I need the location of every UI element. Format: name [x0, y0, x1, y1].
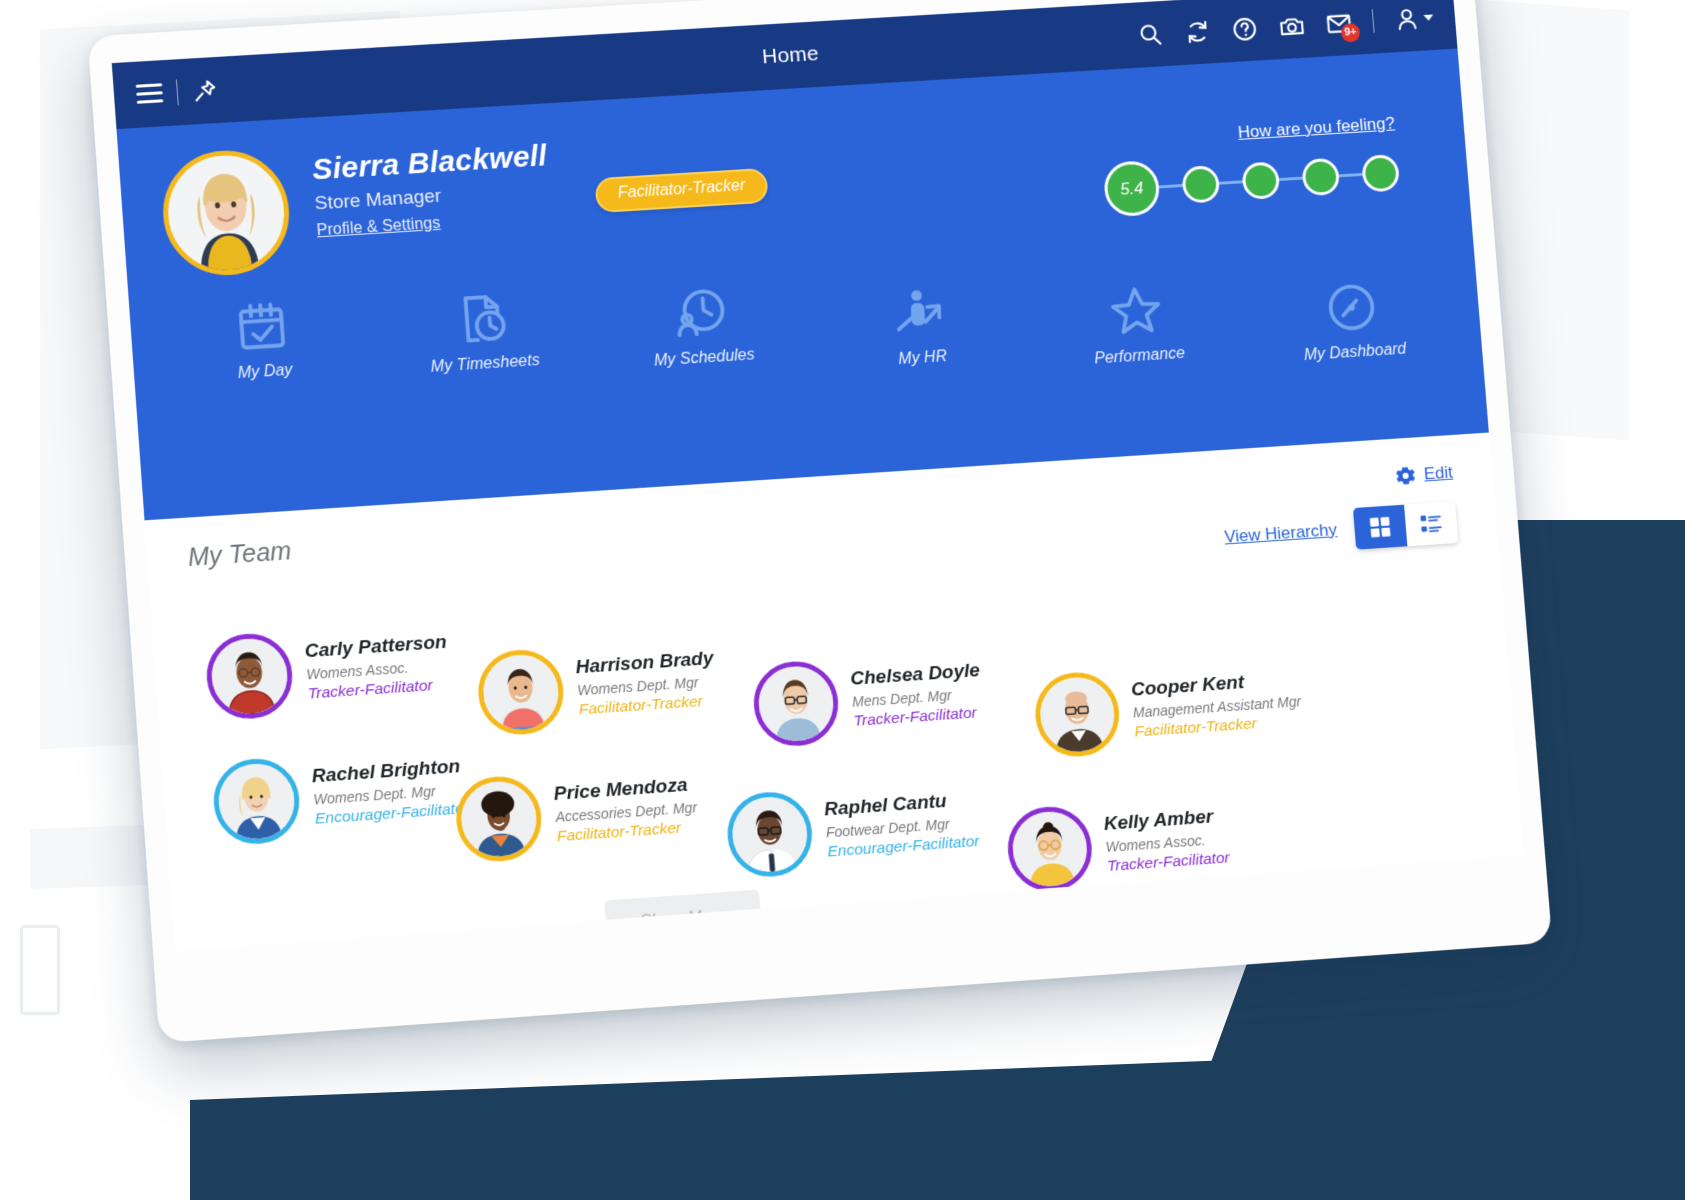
how-are-you-feeling-link[interactable]: How are you feeling? — [1237, 114, 1395, 143]
team-member-card[interactable]: Price Mendoza Accessories Dept. Mgr Faci… — [453, 763, 700, 865]
quick-action-label: Performance — [1093, 344, 1186, 368]
mail-icon[interactable]: 9+ — [1325, 9, 1361, 43]
quick-action-my-timesheets[interactable]: My Timesheets — [405, 287, 565, 422]
refresh-icon[interactable] — [1183, 17, 1212, 45]
team-member-card[interactable]: Carly Patterson Womens Assoc. Tracker-Fa… — [203, 621, 451, 722]
user-icon[interactable] — [1393, 5, 1422, 33]
team-member-card[interactable]: Rachel Brighton Womens Dept. Mgr Encoura… — [210, 745, 471, 847]
edit-team-button[interactable]: Edit — [1393, 461, 1454, 489]
search-icon[interactable] — [1136, 20, 1165, 48]
member-avatar — [475, 647, 567, 738]
topbar-divider-2 — [1371, 9, 1375, 33]
member-info: Carly Patterson Womens Assoc. Tracker-Fa… — [304, 632, 451, 704]
member-avatar — [453, 773, 545, 865]
tablet-device: Home 9+ Sierra Blackwell Store Manager P… — [87, 0, 1553, 1044]
team-member-card[interactable]: Cooper Kent Management Assistant Mgr Fac… — [1032, 657, 1304, 760]
member-avatar — [750, 658, 842, 749]
profile-info: Sierra Blackwell Store Manager Profile &… — [310, 131, 552, 240]
edit-label: Edit — [1423, 462, 1454, 484]
user-menu[interactable] — [1393, 4, 1434, 33]
member-avatar — [724, 789, 816, 880]
member-avatar — [203, 631, 296, 722]
member-info: Cooper Kent Management Assistant Mgr Fac… — [1130, 668, 1303, 741]
list-view-icon[interactable] — [1404, 501, 1459, 547]
quick-action-label: My Dashboard — [1303, 340, 1407, 365]
scene: Home 9+ Sierra Blackwell Store Manager P… — [0, 0, 1685, 1200]
pin-icon[interactable] — [191, 77, 219, 105]
member-info: Kelly Amber Womens Assoc. Tracker-Facili… — [1103, 805, 1230, 876]
gear-icon — [1393, 463, 1418, 488]
help-icon[interactable] — [1230, 15, 1259, 43]
team-member-card[interactable]: Harrison Brady Womens Dept. Mgr Facilita… — [475, 637, 718, 738]
mood-tracker: How are you feeling? 5.4 — [1097, 78, 1430, 218]
mood-connector — [1278, 176, 1303, 182]
topbar-left-group — [135, 77, 219, 108]
mood-dot[interactable] — [1361, 153, 1401, 193]
quick-action-label: My Schedules — [653, 346, 756, 370]
member-avatar — [210, 756, 303, 847]
mood-dot[interactable] — [1301, 157, 1341, 197]
profile-settings-link[interactable]: Profile & Settings — [316, 215, 441, 241]
team-title: My Team — [187, 537, 293, 573]
star-icon — [1107, 283, 1165, 340]
calendar-check-icon — [233, 298, 292, 356]
person-arrow-up-icon — [890, 284, 948, 341]
view-hierarchy-link[interactable]: View Hierarchy — [1224, 520, 1338, 547]
quick-action-my-day[interactable]: My Day — [184, 295, 345, 437]
quick-action-my-schedules[interactable]: My Schedules — [624, 281, 783, 408]
topbar-divider — [175, 79, 179, 106]
team-member-card[interactable]: Kelly Amber Womens Assoc. Tracker-Facili… — [1004, 795, 1231, 894]
mood-dot[interactable] — [1181, 165, 1221, 204]
tablet-wrapper: Home 9+ Sierra Blackwell Store Manager P… — [0, 0, 1685, 1200]
mood-connector — [1158, 184, 1183, 189]
member-info: Harrison Brady Womens Dept. Mgr Facilita… — [575, 648, 717, 720]
chevron-down-icon[interactable] — [1423, 14, 1434, 21]
quick-action-my-hr[interactable]: My HR — [843, 281, 1000, 394]
timesheet-clock-icon — [453, 290, 511, 347]
quick-action-label: My HR — [897, 348, 948, 369]
team-member-card[interactable]: Chelsea Doyle Mens Dept. Mgr Tracker-Fac… — [750, 649, 985, 749]
member-info: Rachel Brighton Womens Dept. Mgr Encoura… — [311, 756, 469, 829]
quick-action-label: My Day — [237, 361, 294, 383]
gauge-icon — [1323, 279, 1380, 336]
quick-action-label: My Timesheets — [430, 351, 541, 376]
mood-score-dot[interactable]: 5.4 — [1102, 159, 1162, 218]
profile-badge[interactable]: Facilitator-Tracker — [594, 167, 769, 214]
topbar-right-group: 9+ — [1136, 4, 1435, 48]
mood-connector — [1218, 180, 1243, 185]
hamburger-icon[interactable] — [135, 83, 164, 105]
member-avatar — [1032, 669, 1123, 760]
mood-connector — [1338, 172, 1363, 178]
avatar[interactable] — [158, 147, 294, 279]
my-team-section: My Team Edit View Hierarchy Carly Patter… — [144, 432, 1524, 951]
app-screen: Home 9+ Sierra Blackwell Store Manager P… — [111, 0, 1524, 951]
person-clock-icon — [672, 284, 730, 341]
mood-dot[interactable] — [1241, 161, 1281, 201]
view-toggle-group — [1352, 501, 1459, 550]
quick-action-performance[interactable]: Performance — [1060, 280, 1215, 381]
mail-badge: 9+ — [1340, 22, 1361, 43]
camera-icon[interactable] — [1278, 12, 1307, 40]
show-more-button[interactable]: Show More — [604, 889, 763, 947]
member-info: Chelsea Doyle Mens Dept. Mgr Tracker-Fac… — [850, 660, 984, 731]
member-avatar — [1004, 804, 1095, 894]
profile-name: Sierra Blackwell — [311, 139, 548, 187]
grid-view-icon[interactable] — [1352, 504, 1408, 550]
team-member-card[interactable]: Raphel Cantu Footwear Dept. Mgr Encourag… — [724, 778, 982, 880]
member-info: Price Mendoza Accessories Dept. Mgr Faci… — [553, 774, 699, 846]
member-info: Raphel Cantu Footwear Dept. Mgr Encourag… — [823, 789, 980, 862]
quick-action-my-dashboard[interactable]: My Dashboard — [1276, 276, 1430, 366]
